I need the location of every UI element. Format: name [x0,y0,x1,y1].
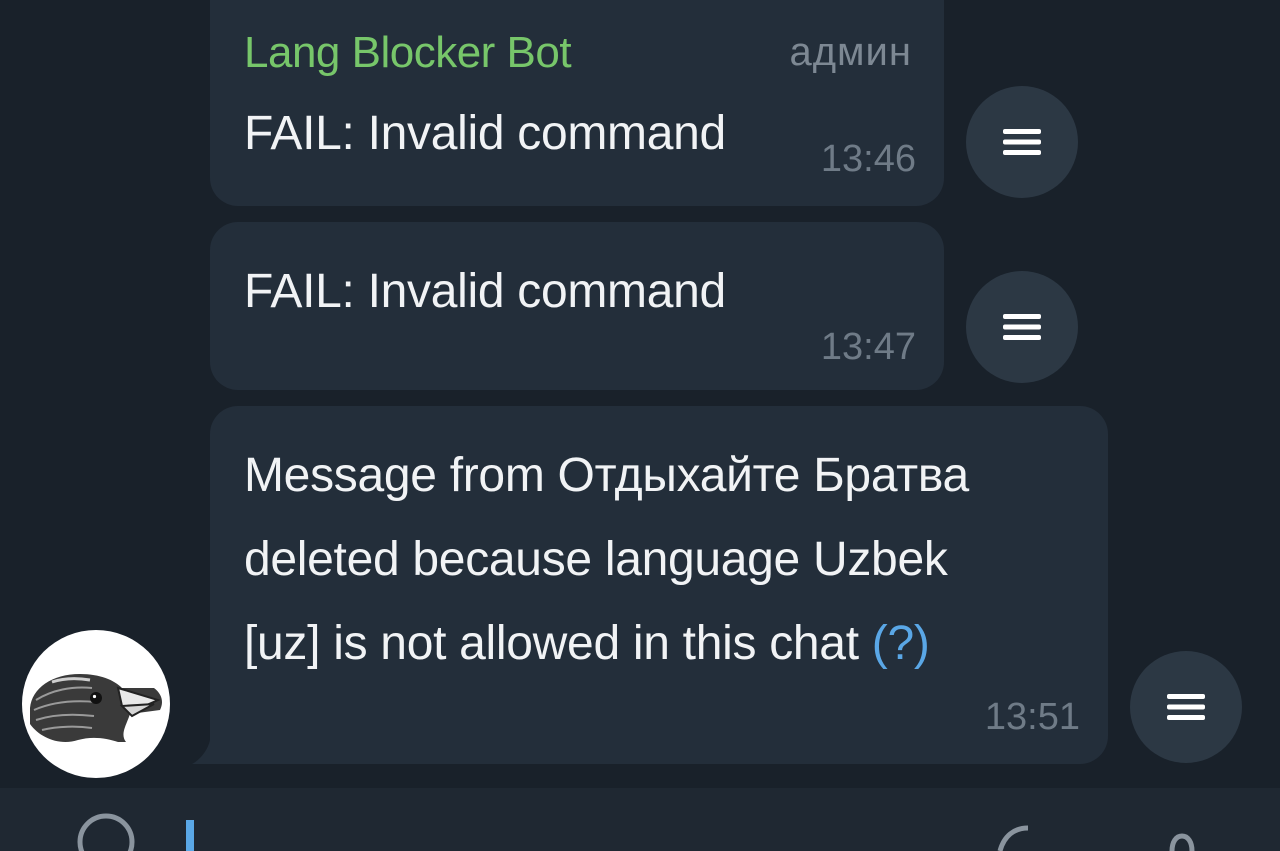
admin-badge: админ [789,30,912,74]
message-bubble[interactable]: Lang Blocker Bot админ FAIL: Invalid com… [210,0,944,206]
menu-lines-icon [1167,694,1205,720]
message-text-fragment: [uz] is not allowed in this chat [244,617,872,670]
menu-lines-icon [1003,129,1041,155]
message-input-bar[interactable] [0,788,1280,851]
bubble-tail [192,740,230,764]
sender-name[interactable]: Lang Blocker Bot [244,28,572,78]
emoji-icon[interactable] [76,806,136,851]
message-time: 13:51 [984,696,1080,738]
text-cursor-icon [186,820,194,851]
message-bubble[interactable]: Message from Отдыхайте Братва deleted be… [210,406,1108,764]
microphone-icon[interactable] [1150,806,1210,851]
message-time: 13:47 [820,326,916,368]
message-time: 13:46 [820,138,916,180]
message-bubble[interactable]: FAIL: Invalid command 13:47 [210,222,944,390]
sparrow-bird-avatar [30,674,162,743]
menu-lines-icon [1003,314,1041,340]
message-text: FAIL: Invalid command [244,107,726,160]
message-menu-button[interactable] [966,271,1078,383]
attach-icon[interactable] [990,806,1050,851]
message-text-line: deleted because language Uzbek [244,533,948,586]
message-text: FAIL: Invalid command [244,265,726,318]
sender-avatar[interactable] [22,630,170,778]
help-link[interactable]: (?) [872,617,930,670]
message-menu-button[interactable] [966,86,1078,198]
message-text-line: Message from Отдыхайте Братва [244,449,969,502]
message-menu-button[interactable] [1130,651,1242,763]
message-text-line: [uz] is not allowed in this chat (?) [244,604,930,684]
